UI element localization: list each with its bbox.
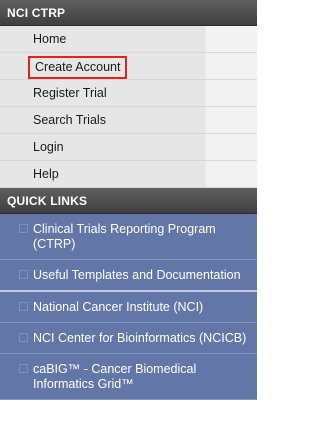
nav-item-help[interactable]: Help: [0, 161, 257, 188]
nav-item-label: Search Trials: [33, 113, 106, 127]
nav-item-label: Create Account: [28, 56, 128, 79]
nav-item-register-trial[interactable]: Register Trial: [0, 80, 257, 107]
nci-ctrp-nav: Home Create Account Register Trial Searc…: [0, 26, 257, 188]
quick-link-ctrp[interactable]: Clinical Trials Reporting Program (CTRP): [0, 214, 257, 260]
quick-link-label: Clinical Trials Reporting Program (CTRP): [33, 222, 216, 251]
nav-item-search-trials[interactable]: Search Trials: [0, 107, 257, 134]
bullet-square-icon: [19, 270, 28, 279]
nav-item-label: Help: [33, 167, 59, 181]
left-sidebar: NCI CTRP Home Create Account Register Tr…: [0, 0, 257, 448]
quick-link-nci[interactable]: National Cancer Institute (NCI): [0, 292, 257, 323]
nav-item-login[interactable]: Login: [0, 134, 257, 161]
quick-link-cabig[interactable]: caBIG™ - Cancer Biomedical Informatics G…: [0, 354, 257, 400]
quick-link-label: Useful Templates and Documentation: [33, 268, 241, 282]
nav-item-create-account[interactable]: Create Account: [0, 53, 257, 80]
nav-item-label: Login: [33, 140, 64, 154]
bullet-square-icon: [19, 364, 28, 373]
quick-links-header: QUICK LINKS: [0, 188, 257, 214]
quick-link-ncicb[interactable]: NCI Center for Bioinformatics (NCICB): [0, 323, 257, 354]
nav-item-home[interactable]: Home: [0, 26, 257, 53]
nav-item-label: Register Trial: [33, 86, 107, 100]
quick-link-templates[interactable]: Useful Templates and Documentation: [0, 260, 257, 292]
nav-item-label: Home: [33, 32, 67, 46]
quick-links-list: Clinical Trials Reporting Program (CTRP)…: [0, 214, 257, 400]
nci-ctrp-header: NCI CTRP: [0, 0, 257, 26]
bullet-square-icon: [19, 302, 28, 311]
quick-link-label: NCI Center for Bioinformatics (NCICB): [33, 331, 247, 345]
bullet-square-icon: [19, 333, 28, 342]
quick-link-label: caBIG™ - Cancer Biomedical Informatics G…: [33, 362, 197, 391]
quick-link-label: National Cancer Institute (NCI): [33, 300, 204, 314]
bullet-square-icon: [19, 224, 28, 233]
